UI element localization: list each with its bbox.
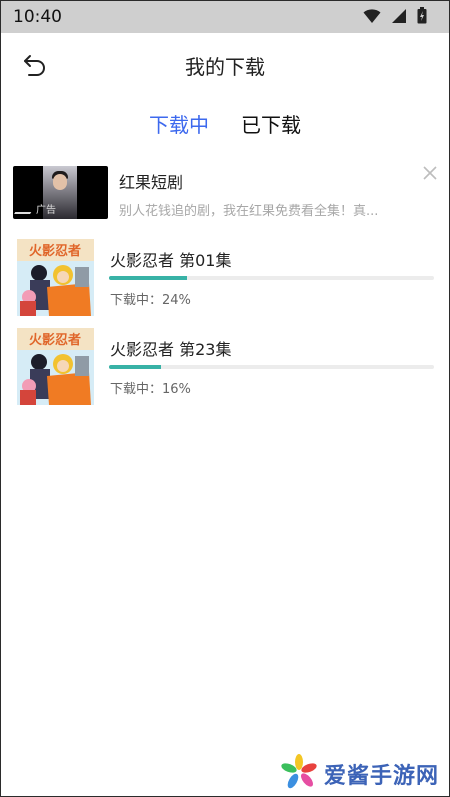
- ad-thumbnail[interactable]: 广告: [13, 166, 108, 219]
- ad-badge: 广告: [14, 201, 56, 216]
- ad-description: 别人花钱追的剧，我在红果免费看全集！真...: [119, 204, 379, 219]
- tab-downloaded[interactable]: 已下载: [241, 109, 301, 145]
- ad-banner[interactable]: 广告 红果短剧 别人花钱追的剧，我在红果免费看全集！真...: [13, 166, 439, 221]
- progress-fill: [109, 365, 161, 369]
- wifi-icon: [363, 8, 381, 28]
- app-header: 我的下载: [1, 33, 449, 95]
- ad-badge-label: 广告: [36, 205, 56, 216]
- ad-logo-icon: [14, 203, 36, 214]
- cellular-icon: [391, 8, 407, 28]
- episode-title: 火影忍者 第23集: [110, 340, 232, 359]
- tab-downloading[interactable]: 下载中: [149, 109, 209, 145]
- svg-text:火影忍者: 火影忍者: [29, 332, 81, 348]
- progress-bar: [109, 276, 434, 280]
- page-title: 我的下载: [185, 55, 265, 79]
- download-status: 下载中：24%: [110, 293, 191, 308]
- battery-icon: [417, 7, 427, 28]
- ad-title: 红果短剧: [119, 173, 184, 192]
- download-item[interactable]: 火影忍者 火影忍者 第01集 下载中：24%: [17, 239, 437, 317]
- download-item[interactable]: 火影忍者 火影忍者 第23集 下载中：16%: [17, 328, 437, 406]
- close-icon[interactable]: [421, 164, 439, 182]
- progress-bar: [109, 365, 434, 369]
- tab-bar: 下载中 已下载: [1, 109, 449, 145]
- status-bar: 10:40: [1, 1, 449, 33]
- episode-title: 火影忍者 第01集: [110, 251, 232, 270]
- status-time: 10:40: [13, 7, 62, 27]
- pinwheel-logo-icon: [280, 753, 318, 795]
- anime-thumbnail[interactable]: 火影忍者: [17, 328, 94, 405]
- anime-thumbnail[interactable]: 火影忍者: [17, 239, 94, 316]
- app-frame: 10:40 我的下载 下载中 已下载 广告 红果短剧 别人花钱追的剧，我在红果免…: [0, 0, 450, 797]
- watermark-text: 爱酱手游网: [323, 764, 439, 789]
- status-icons: [363, 7, 427, 28]
- progress-fill: [109, 276, 187, 280]
- watermark: 爱酱手游网: [280, 753, 439, 795]
- svg-text:火影忍者: 火影忍者: [29, 243, 81, 259]
- download-status: 下载中：16%: [110, 382, 191, 397]
